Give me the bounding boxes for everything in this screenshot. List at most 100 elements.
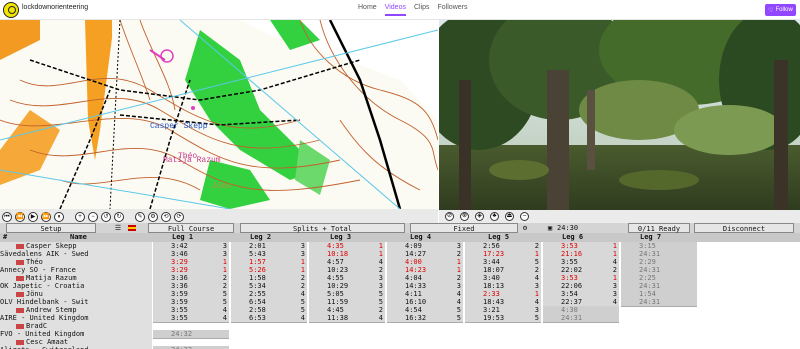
runner-name: Théo <box>26 258 43 266</box>
nav-clips[interactable]: Clips <box>414 4 430 16</box>
follow-label: Follow <box>775 7 793 13</box>
channel-avatar[interactable] <box>3 2 19 18</box>
view-controls: ⊘ ⊗ ◈ ♣ ⏏ – <box>439 210 800 223</box>
leg-time-cell: 24:31 <box>543 314 619 323</box>
disconnect-button[interactable]: Disconnect <box>694 223 794 233</box>
leg-time-cell: 11:38 4 <box>309 314 385 323</box>
leg-time: 24:31 <box>639 298 661 306</box>
flag-icon[interactable] <box>126 223 138 233</box>
runner-flag-icon <box>16 259 24 265</box>
leg-rank: 5 <box>456 314 461 322</box>
tree-icon[interactable]: ♣ <box>490 212 499 221</box>
settings-icon[interactable]: ⚙ <box>148 211 158 222</box>
runner-label-matija: Matija Razum <box>163 156 221 165</box>
runner-label-casper: Casper Skepp <box>150 122 208 131</box>
channel-nav: Home Videos Clips Followers <box>358 4 467 16</box>
runner-flag-icon <box>16 243 24 249</box>
redo-icon[interactable]: ⟳ <box>174 211 184 222</box>
forest-scene <box>439 20 800 210</box>
heart-icon: ♡ <box>768 7 774 14</box>
refresh-icon[interactable]: ⟲ <box>161 211 171 222</box>
col-leg-6: Leg 6 <box>562 233 584 241</box>
col-rank: # <box>3 233 8 241</box>
leg-time-cell: 24:31 <box>621 298 697 307</box>
view-mode-selector[interactable]: Splits + Total <box>240 223 405 233</box>
leg-time: 16:32 <box>405 314 427 322</box>
ready-status: 0/11 Ready <box>628 223 690 233</box>
channel-header: lockdownorienteering Home Videos Clips F… <box>0 0 800 20</box>
camera-off-icon[interactable]: ⊗ <box>460 212 469 221</box>
no-entry-icon[interactable]: ⊘ <box>445 212 454 221</box>
orienteering-map[interactable]: Casper Skepp Théo Matija Razum Jönu <box>0 20 438 209</box>
nav-home[interactable]: Home <box>358 4 377 16</box>
leg-rank: 5 <box>534 314 539 322</box>
col-leg-7: Leg 7 <box>640 233 662 241</box>
pen-icon[interactable]: ✎ <box>135 211 145 222</box>
runner-name: AIRE - United Kingdom <box>0 314 89 322</box>
runner-name: Casper Skepp <box>26 242 77 250</box>
leg-time-cell: 3:55 4 <box>153 314 229 323</box>
col-leg-5: Leg 5 <box>488 233 510 241</box>
rotate-left-icon[interactable]: ↺ <box>101 211 111 222</box>
leg-rank: 4 <box>300 314 305 322</box>
settings-gear-icon[interactable]: ⚙ <box>520 223 530 233</box>
table-header: # Name Leg 1 Leg 2 Leg 3 Leg 4 Leg 5 Leg… <box>0 233 800 242</box>
zoom-in-icon[interactable]: + <box>75 211 85 222</box>
rotate-right-icon[interactable]: ↻ <box>114 211 124 222</box>
runner-name: Matija Razum <box>26 274 77 282</box>
leg-rank: 4 <box>222 314 227 322</box>
fixed-toggle[interactable]: Fixed <box>410 223 518 233</box>
forest-3d-view[interactable] <box>439 20 800 210</box>
channel-name[interactable]: lockdownorienteering <box>22 4 88 11</box>
runner-name: Annecy SO - France <box>0 266 76 274</box>
leg-time-cell: 19:53 5 <box>465 314 541 323</box>
col-leg-3: Leg 3 <box>330 233 352 241</box>
map-playback-controls: ⏮ ⏪ ▶ ⏩ ⏸ + − ↺ ↻ ✎ ⚙ ⟲ ⟳ <box>0 209 438 224</box>
results-table: # Name Leg 1 Leg 2 Leg 3 Leg 4 Leg 5 Leg… <box>0 233 800 349</box>
runner-flag-icon <box>16 275 24 281</box>
leg-time: 11:38 <box>327 314 349 322</box>
save-icon[interactable]: ▣ <box>545 223 555 233</box>
leg-time: 6:53 <box>249 314 266 322</box>
minimize-icon[interactable]: – <box>520 212 529 221</box>
race-clock: 24:30 <box>557 224 579 232</box>
nav-followers[interactable]: Followers <box>438 4 468 16</box>
runner-flag-icon <box>16 339 24 345</box>
runner-name: FVO - United Kingdom <box>0 330 85 338</box>
course-selector[interactable]: Full Course <box>148 223 234 233</box>
leg-time: 24:31 <box>561 314 583 322</box>
map-graphic: Casper Skepp Théo Matija Razum Jönu <box>0 20 438 209</box>
follow-button[interactable]: ♡ Follow <box>765 4 796 16</box>
leg-time: 24:32 <box>171 330 193 338</box>
pause-icon[interactable]: ⏸ <box>54 211 64 222</box>
runner-name: Andrew Stemp <box>26 306 77 314</box>
runner-label-jonu: Jönu <box>212 182 231 191</box>
rewind-icon[interactable]: ⏪ <box>15 211 25 222</box>
leg-time-cell: 16:32 5 <box>387 314 463 323</box>
runner-flag-icon <box>16 291 24 297</box>
skip-start-icon[interactable]: ⏮ <box>2 211 12 222</box>
nav-videos[interactable]: Videos <box>384 4 406 16</box>
eject-icon[interactable]: ⏏ <box>505 212 514 221</box>
runner-name: Sävedalens AIK - Swed <box>0 250 89 258</box>
col-leg-1: Leg 1 <box>172 233 194 241</box>
runner-name: OLV Hindelbank - Swit <box>0 298 89 306</box>
runner-name: Cesc Amaat <box>26 338 69 346</box>
zoom-out-icon[interactable]: − <box>88 211 98 222</box>
runner-name: OK Japetic - Croatia <box>0 282 85 290</box>
leg-time: 19:53 <box>483 314 505 322</box>
col-name: Name <box>70 233 87 241</box>
results-toolbar: Setup ☰ Full Course Splits + Total Fixed… <box>0 223 800 233</box>
leg-time-cell: 6:53 4 <box>231 314 307 323</box>
col-leg-2: Leg 2 <box>250 233 272 241</box>
list-icon[interactable]: ☰ <box>112 223 124 233</box>
leg-time-cell: 24:32 <box>153 330 229 339</box>
runner-flag-icon <box>16 307 24 313</box>
leg-rank: 4 <box>378 314 383 322</box>
runner-name: Jönu <box>26 290 43 298</box>
car-icon[interactable]: ◈ <box>475 212 484 221</box>
fast-forward-icon[interactable]: ⏩ <box>41 211 51 222</box>
setup-button[interactable]: Setup <box>6 223 96 233</box>
leg-time: 3:55 <box>171 314 188 322</box>
play-icon[interactable]: ▶ <box>28 211 38 222</box>
